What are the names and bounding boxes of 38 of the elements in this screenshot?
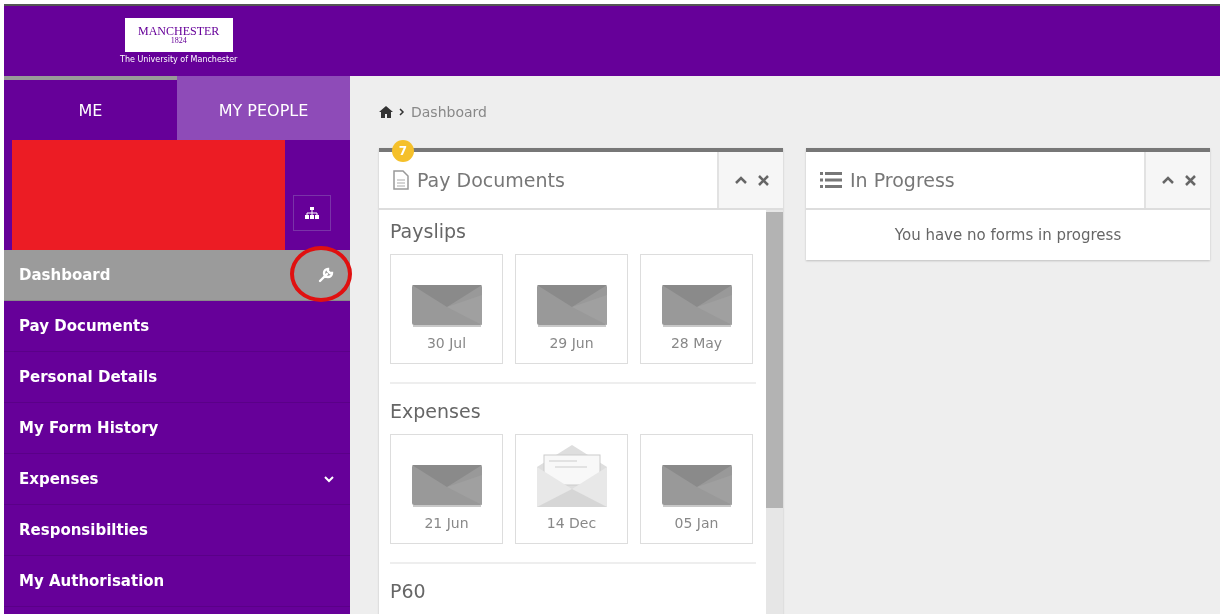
sidebar-item[interactable]: Dashboard [4, 250, 350, 301]
list-icon [820, 171, 842, 189]
document-card[interactable]: 28 May [640, 254, 753, 364]
breadcrumb-item[interactable]: Dashboard [411, 104, 487, 120]
document-card[interactable]: 21 Jun [390, 434, 503, 544]
org-chart-icon[interactable] [305, 207, 319, 219]
envelope-icon [661, 465, 732, 507]
envelope-icon [411, 465, 482, 507]
section-title: Expenses [390, 400, 482, 422]
nav-tab[interactable]: MY PEOPLE [177, 76, 350, 140]
envelope-icon [536, 285, 607, 327]
chevron-right-icon [399, 108, 405, 116]
document-card[interactable]: 29 Jun [515, 254, 628, 364]
close-button[interactable] [1184, 174, 1196, 186]
document-card[interactable]: 05 Jan [640, 434, 753, 544]
section-title: P60 [390, 580, 427, 602]
open-envelope-icon [536, 445, 607, 507]
panel-title: Pay Documents [417, 169, 565, 191]
collapse-button[interactable] [733, 175, 748, 185]
envelope-icon [661, 285, 732, 327]
chevron-icon[interactable] [324, 475, 334, 483]
envelope-icon [411, 285, 482, 327]
logo-subtitle: The University of Manchester [120, 55, 238, 64]
document-icon [393, 170, 409, 190]
document-card[interactable]: 14 Dec [515, 434, 628, 544]
scrollbar[interactable] [766, 210, 783, 614]
close-button[interactable] [757, 174, 769, 186]
document-card[interactable]: 30 Jul [390, 254, 503, 364]
empty-message: You have no forms in progress [893, 225, 1123, 246]
panel-title: In Progress [850, 169, 955, 191]
collapse-button[interactable] [1160, 175, 1175, 185]
section-title: Payslips [390, 220, 467, 242]
org-chart-button[interactable] [293, 195, 331, 231]
logo-year: 1824 [170, 37, 187, 45]
logo-name: MANCHESTER [138, 25, 220, 37]
home-icon[interactable] [379, 106, 393, 118]
count-badge: 7 [392, 140, 414, 162]
wrench-icon[interactable] [318, 267, 334, 283]
